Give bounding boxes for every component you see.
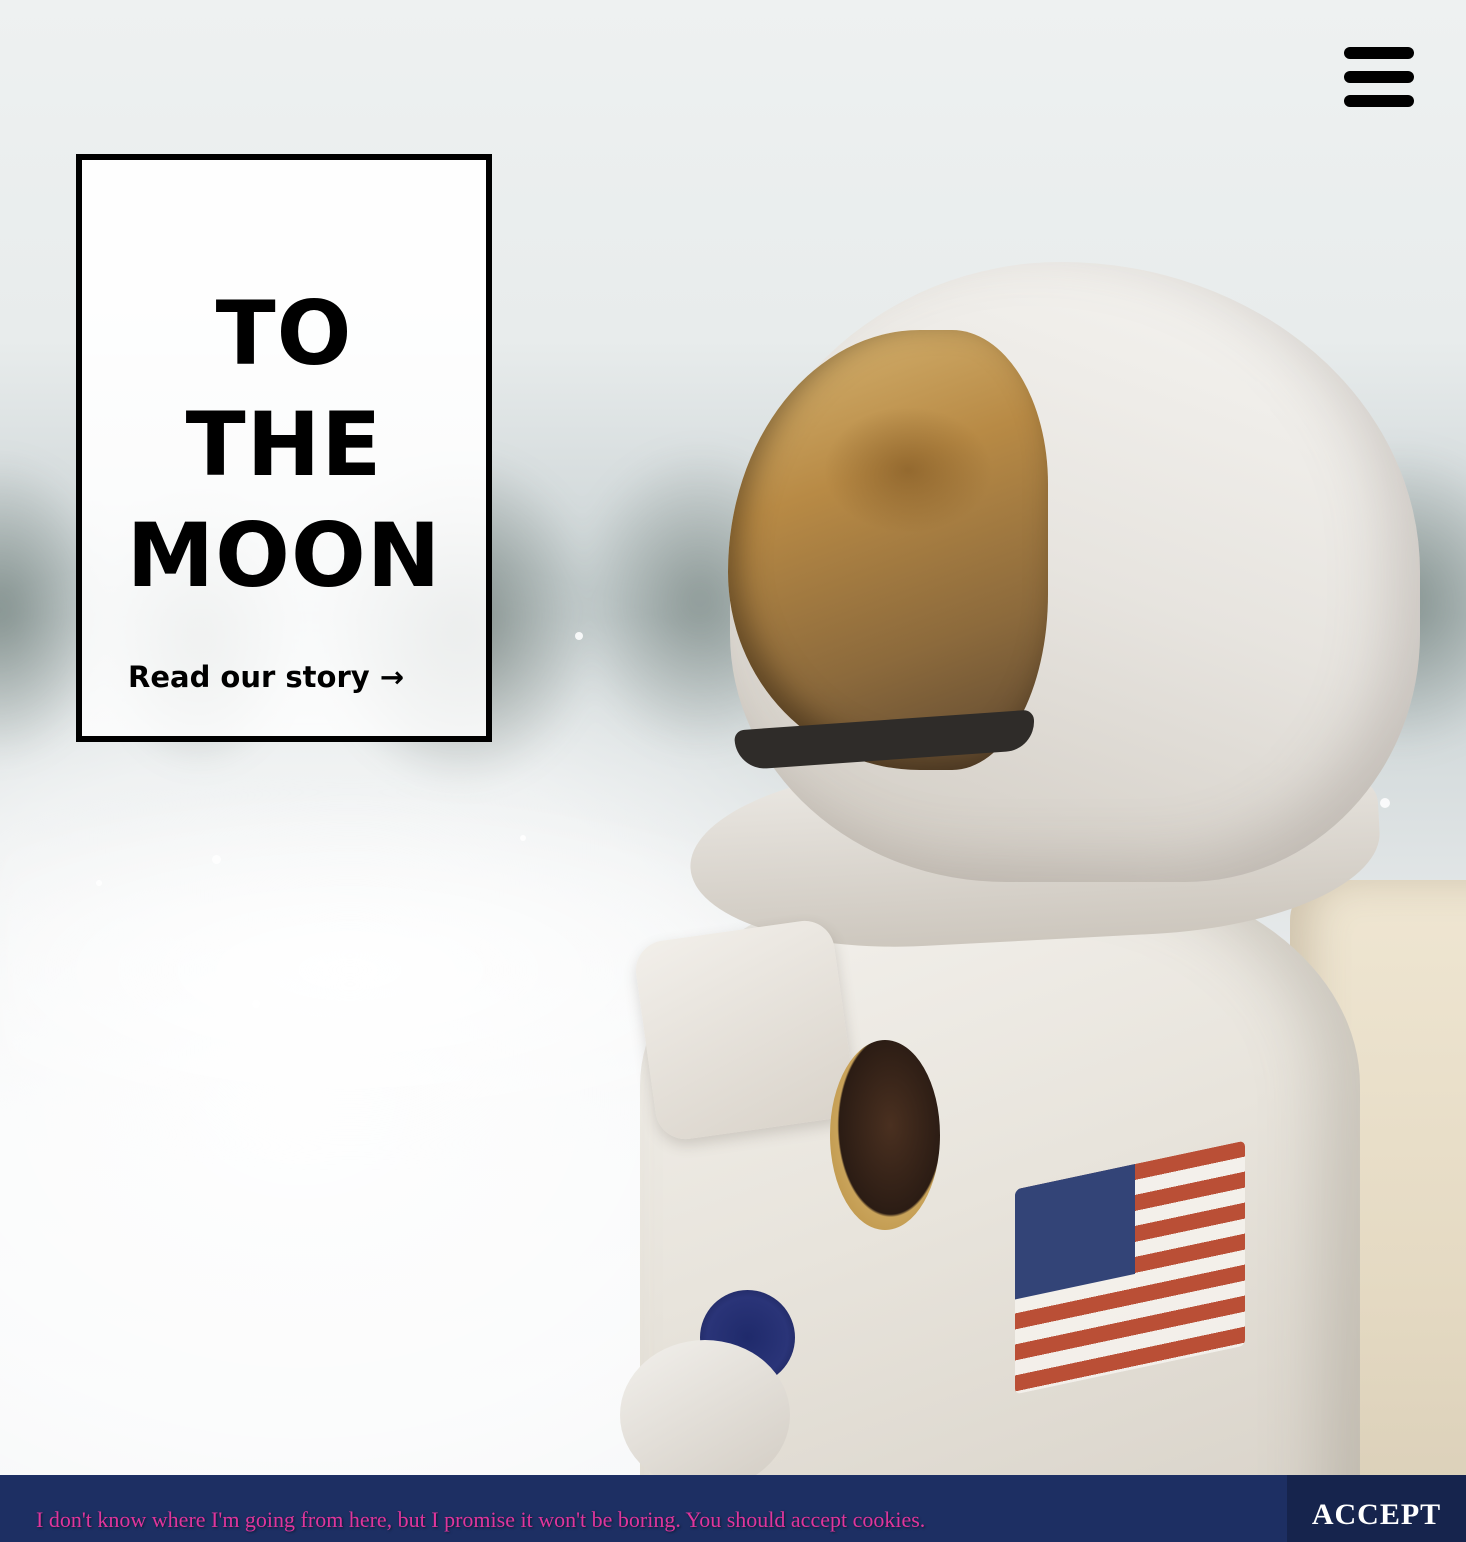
helmet-visor: [728, 330, 1048, 770]
shoulder-pouch: [632, 917, 858, 1143]
cookie-banner: I don't know where I'm going from here, …: [0, 1475, 1466, 1542]
mission-patch: [830, 1040, 940, 1230]
menu-bar-bottom: [1344, 95, 1414, 107]
snowflake: [1380, 798, 1390, 808]
read-our-story-link[interactable]: Read our story →: [128, 660, 404, 694]
astronaut-glove: [620, 1340, 790, 1490]
hero-title-card: TO THE MOON Read our story →: [76, 154, 492, 742]
hero-title-line-1: TO: [215, 282, 353, 385]
hero-title-line-3: MOON: [126, 504, 442, 607]
snowflake: [212, 855, 221, 864]
menu-bar-middle: [1344, 71, 1414, 83]
snowflake: [96, 880, 102, 886]
accept-cookies-button[interactable]: ACCEPT: [1287, 1475, 1466, 1542]
menu-bar-top: [1344, 47, 1414, 59]
snowflake: [575, 632, 583, 640]
hero-title-line-2: THE: [185, 393, 383, 496]
hero-title: TO THE MOON: [82, 278, 486, 611]
hamburger-menu-icon[interactable]: [1344, 47, 1414, 109]
snowflake: [252, 1000, 260, 1008]
snowflake: [318, 960, 325, 967]
snowflake: [520, 835, 526, 841]
cookie-message: I don't know where I'm going from here, …: [36, 1507, 926, 1532]
